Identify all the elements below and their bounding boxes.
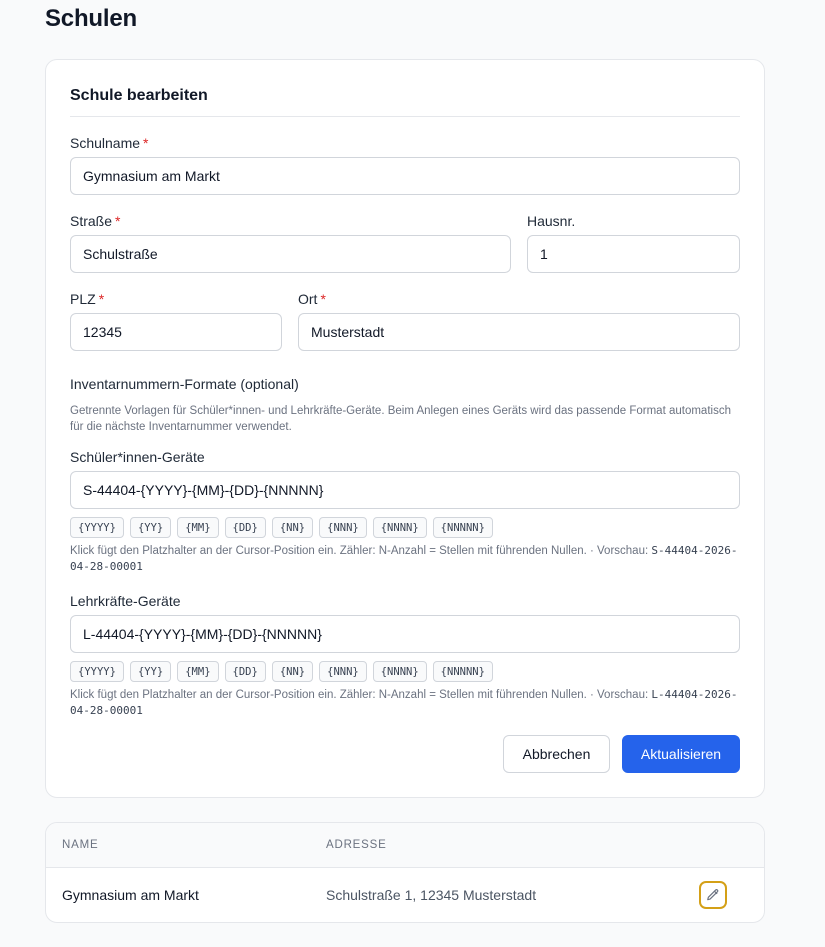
- ort-label: Ort *: [298, 291, 326, 307]
- placeholder-chip[interactable]: {MM}: [177, 661, 219, 682]
- placeholder-chip[interactable]: {YYYY}: [70, 517, 124, 538]
- ort-input[interactable]: Musterstadt: [298, 313, 740, 351]
- school-address-cell: Schulstraße 1, 12345 Musterstadt: [326, 887, 537, 903]
- placeholder-chip[interactable]: {MM}: [177, 517, 219, 538]
- required-marker: *: [143, 135, 149, 151]
- ort-label-text: Ort: [298, 291, 318, 307]
- submit-button[interactable]: Aktualisieren: [622, 735, 740, 773]
- column-header-address: ADRESSE: [326, 839, 387, 851]
- placeholder-chip[interactable]: {DD}: [224, 661, 266, 682]
- hausnr-input[interactable]: 1: [527, 235, 740, 273]
- schulname-label-text: Schulname: [70, 135, 141, 151]
- placeholder-chip[interactable]: {YY}: [129, 517, 172, 538]
- placeholder-chip[interactable]: {NNNN}: [372, 661, 427, 682]
- schulname-label: Schulname *: [70, 135, 149, 151]
- placeholder-chip[interactable]: {DD}: [224, 517, 266, 538]
- lehrkraefte-placeholder-chips: {YYYY} {YY} {MM} {DD} {NN} {NNN} {NNNN} {NNNNN}: [70, 661, 493, 682]
- placeholder-chip[interactable]: {NNN}: [319, 661, 367, 682]
- placeholder-chip[interactable]: {NN}: [271, 661, 314, 682]
- lehrkraefte-format-label: Lehrkräfte-Geräte: [70, 593, 181, 609]
- pencil-icon: [706, 888, 720, 902]
- placeholder-chip[interactable]: {NNN}: [319, 517, 367, 538]
- schueler-placeholder-chips: {YYYY} {YY} {MM} {DD} {NN} {NNN} {NNNN} {NNNNN}: [70, 517, 493, 538]
- required-marker: *: [115, 213, 121, 229]
- placeholder-chip[interactable]: {NNNNN}: [432, 661, 493, 682]
- strasse-input[interactable]: Schulstraße: [70, 235, 511, 273]
- schulname-input[interactable]: Gymnasium am Markt: [70, 157, 740, 195]
- placeholder-chip[interactable]: {YYYY}: [70, 661, 124, 682]
- formats-heading: Inventarnummern-Formate (optional): [70, 376, 299, 392]
- plz-label-text: PLZ: [70, 291, 96, 307]
- edit-school-card: Schule bearbeiten Schulname * Gymnasium a…: [45, 59, 765, 798]
- schueler-format-hint: Klick fügt den Platzhalter an der Cursor…: [70, 543, 740, 575]
- schools-table: NAME ADRESSE Gymnasium am Markt Schulstr…: [45, 822, 765, 923]
- school-name-cell: Gymnasium am Markt: [62, 887, 199, 903]
- placeholder-chip[interactable]: {NN}: [271, 517, 314, 538]
- required-marker: *: [320, 291, 326, 307]
- form-title: Schule bearbeiten: [70, 87, 208, 104]
- schueler-hint-text: Klick fügt den Platzhalter an der Cursor…: [70, 545, 652, 557]
- schueler-format-input[interactable]: S-44404-{YYYY}-{MM}-{DD}-{NNNNN}: [70, 471, 740, 509]
- required-marker: *: [98, 291, 105, 307]
- column-header-name: NAME: [62, 839, 99, 851]
- cancel-button[interactable]: Abbrechen: [503, 735, 610, 773]
- placeholder-chip[interactable]: {NNNN}: [372, 517, 427, 538]
- schueler-format-label: Schüler*innen-Geräte: [70, 449, 205, 465]
- table-header: NAME ADRESSE: [46, 823, 764, 868]
- lehrkraefte-hint-text: Klick fügt den Platzhalter an der Cursor…: [70, 689, 652, 701]
- placeholder-chip[interactable]: {NNNNN}: [432, 517, 493, 538]
- form-divider: [70, 116, 740, 117]
- plz-label: PLZ *: [70, 291, 104, 307]
- strasse-label-text: Straße: [70, 213, 113, 229]
- lehrkraefte-format-input[interactable]: L-44404-{YYYY}-{MM}-{DD}-{NNNNN}: [70, 615, 740, 653]
- placeholder-chip[interactable]: {YY}: [129, 661, 172, 682]
- plz-input[interactable]: 12345: [70, 313, 282, 351]
- lehrkraefte-format-hint: Klick fügt den Platzhalter an der Cursor…: [70, 687, 740, 719]
- edit-button[interactable]: [699, 881, 727, 909]
- page-title: Schulen: [45, 5, 137, 32]
- strasse-label: Straße *: [70, 213, 120, 229]
- hausnr-label: Hausnr.: [527, 213, 576, 229]
- formats-description: Getrennte Vorlagen für Schüler*innen- un…: [70, 405, 731, 433]
